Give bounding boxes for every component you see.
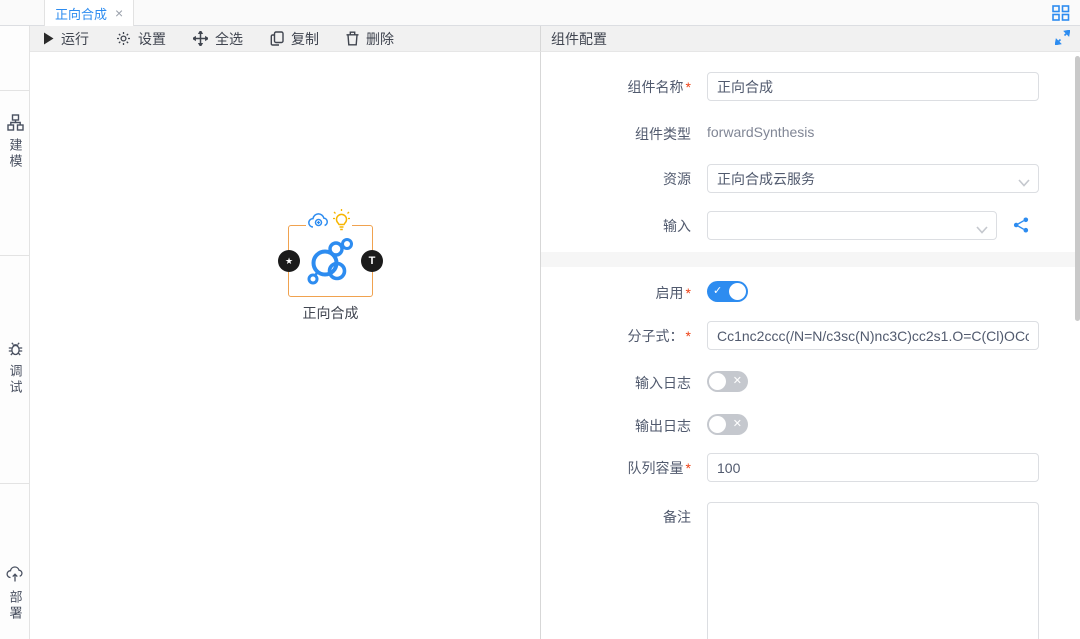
- copy-button[interactable]: 复制: [270, 29, 319, 49]
- input-port[interactable]: ★: [278, 250, 300, 272]
- sitemap-icon: [7, 114, 24, 134]
- share-icon[interactable]: [1013, 211, 1029, 236]
- required-mark: *: [686, 460, 691, 476]
- sidebar-item-label: 部署: [6, 590, 25, 622]
- field-component-name: 组件名称*: [541, 72, 1080, 101]
- copy-icon: [270, 31, 284, 46]
- canvas-toolbar: 运行 设置 全选: [30, 26, 540, 52]
- panel-title: 组件配置: [551, 29, 607, 49]
- sidebar-divider: [0, 483, 30, 484]
- required-mark: *: [686, 328, 691, 344]
- sidebar-divider: [0, 90, 30, 91]
- resource-select[interactable]: [707, 164, 1039, 193]
- field-label: 备注: [541, 502, 691, 527]
- star-glyph: ★: [285, 256, 293, 267]
- chevron-down-icon: [1018, 174, 1030, 190]
- section-separator: [541, 252, 1080, 267]
- t-glyph: T: [369, 255, 376, 267]
- node-label: 正向合成: [263, 303, 398, 323]
- tab-close-icon[interactable]: ×: [115, 5, 123, 21]
- check-icon: ✓: [713, 284, 722, 297]
- output-port[interactable]: T: [361, 250, 383, 272]
- settings-button[interactable]: 设置: [116, 29, 166, 49]
- config-panel-header: 组件配置: [540, 26, 1080, 52]
- field-enable: 启用* ✓: [541, 281, 1080, 303]
- sidebar-item-modeling[interactable]: 建模: [0, 114, 30, 170]
- field-molecular-formula: 分子式：*: [541, 321, 1080, 350]
- select-all-icon: [193, 31, 208, 46]
- chevron-down-icon: [976, 221, 988, 237]
- field-resource: 资源: [541, 164, 1080, 193]
- field-label: 输出日志: [541, 414, 691, 436]
- field-output-log: 输出日志 ✕: [541, 414, 1080, 436]
- field-label: 队列容量: [628, 460, 684, 476]
- trash-icon: [346, 31, 359, 46]
- tab-bar: 正向合成 ×: [0, 0, 1080, 26]
- settings-label: 设置: [138, 29, 166, 49]
- left-sidebar: 建模 调试 部署: [0, 26, 30, 639]
- cloud-service-icon: [306, 212, 332, 234]
- required-mark: *: [686, 285, 691, 301]
- lightbulb-icon: [331, 208, 352, 234]
- cross-icon: ✕: [733, 374, 742, 387]
- field-input-log: 输入日志 ✕: [541, 371, 1080, 393]
- field-label: 组件名称: [628, 79, 684, 95]
- tab-forward-synthesis[interactable]: 正向合成 ×: [44, 0, 134, 26]
- app-window: 正向合成 × 建模: [0, 0, 1080, 639]
- field-queue-capacity: 队列容量*: [541, 453, 1080, 482]
- field-input: 输入: [541, 211, 1080, 240]
- sidebar-item-label: 调试: [6, 364, 25, 396]
- field-label: 分子式：: [628, 328, 684, 344]
- config-panel: 组件名称* 组件类型 forwardSynthesis 资源: [540, 52, 1080, 639]
- input-log-toggle[interactable]: ✕: [707, 371, 748, 392]
- toggle-knob: [729, 283, 746, 300]
- play-icon: [43, 32, 54, 45]
- enable-toggle[interactable]: ✓: [707, 281, 748, 302]
- toggle-knob: [709, 373, 726, 390]
- field-label: 资源: [541, 164, 691, 189]
- workbench-grid-icon[interactable]: [1052, 5, 1070, 21]
- copy-label: 复制: [291, 29, 319, 49]
- gear-icon: [116, 31, 131, 46]
- field-label: 组件类型: [541, 119, 691, 144]
- molecule-icon: [304, 236, 356, 289]
- sidebar-item-deploy[interactable]: 部署: [0, 566, 30, 622]
- select-all-button[interactable]: 全选: [193, 29, 243, 49]
- remarks-textarea[interactable]: [707, 502, 1039, 639]
- run-label: 运行: [61, 29, 89, 49]
- toggle-knob: [709, 416, 726, 433]
- cloud-upload-icon: [6, 566, 24, 586]
- field-component-type: 组件类型 forwardSynthesis: [541, 119, 1080, 144]
- config-form: 组件名称* 组件类型 forwardSynthesis 资源: [541, 52, 1080, 639]
- delete-label: 删除: [366, 29, 394, 49]
- delete-button[interactable]: 删除: [346, 29, 394, 49]
- component-name-input[interactable]: [707, 72, 1039, 101]
- tab-label: 正向合成: [55, 4, 107, 23]
- sidebar-divider: [0, 255, 30, 256]
- workflow-canvas[interactable]: ★ T 正向合成: [30, 52, 540, 639]
- output-log-toggle[interactable]: ✕: [707, 414, 748, 435]
- bug-icon: [7, 340, 24, 360]
- cross-icon: ✕: [733, 417, 742, 430]
- panel-scrollbar[interactable]: [1075, 56, 1080, 321]
- input-select[interactable]: [707, 211, 997, 240]
- field-label: 输入: [541, 211, 691, 236]
- sidebar-item-debug[interactable]: 调试: [0, 340, 30, 396]
- expand-icon[interactable]: [1055, 30, 1070, 48]
- molecular-formula-input[interactable]: [707, 321, 1039, 350]
- field-label: 启用: [656, 285, 684, 301]
- select-all-label: 全选: [215, 29, 243, 49]
- field-label: 输入日志: [541, 371, 691, 393]
- component-type-value: forwardSynthesis: [707, 119, 814, 140]
- queue-capacity-input[interactable]: [707, 453, 1039, 482]
- field-remarks: 备注: [541, 502, 1080, 639]
- required-mark: *: [686, 79, 691, 95]
- sidebar-item-label: 建模: [6, 138, 25, 170]
- run-button[interactable]: 运行: [43, 29, 89, 49]
